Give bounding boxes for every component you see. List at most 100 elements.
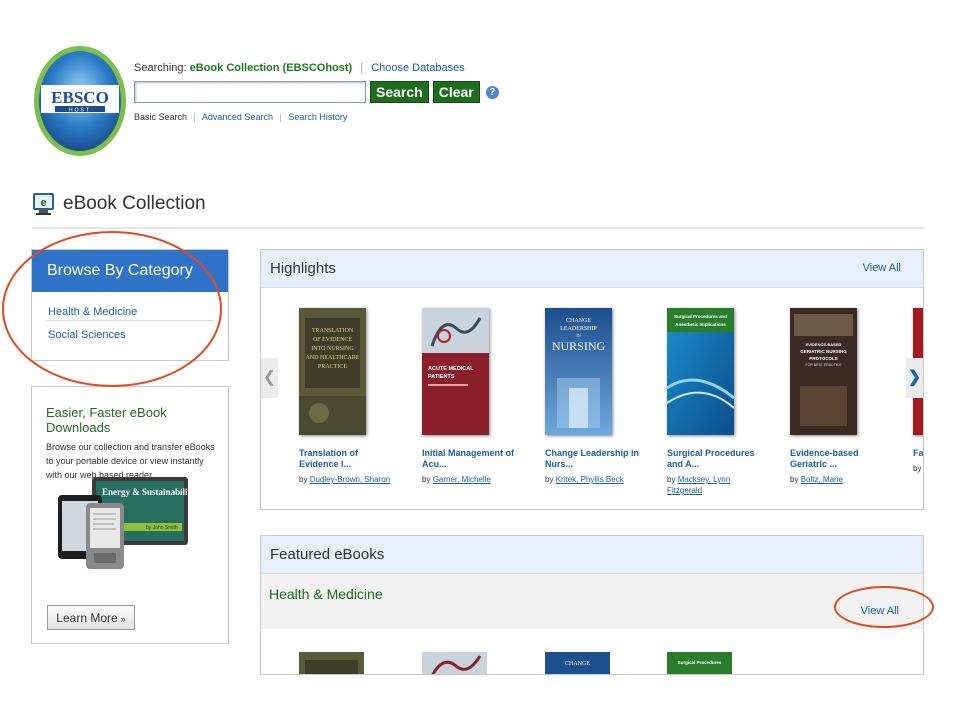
page-title: eBook Collection <box>63 193 206 214</box>
featured-title: Featured eBooks <box>270 546 385 563</box>
featured-book-cover[interactable]: Surgical Procedures <box>667 652 732 675</box>
svg-text:PROTOCOLS: PROTOCOLS <box>809 356 837 361</box>
svg-text:CHANGE: CHANGE <box>566 318 591 324</box>
featured-ebooks-panel: Featured eBooks Health & Medicine View A… <box>260 535 924 675</box>
logo-text: EBSCO <box>51 88 109 107</box>
featured-book-cover[interactable] <box>299 652 364 675</box>
search-block: Searching: eBook Collection (EBSCOhost) … <box>134 62 514 122</box>
by-label: by <box>299 475 308 484</box>
clear-button[interactable]: Clear <box>432 81 480 103</box>
svg-text:PATIENTS: PATIENTS <box>428 374 455 380</box>
search-history-link[interactable]: Search History <box>288 112 347 122</box>
svg-text:AND HEALTHCARE: AND HEALTHCARE <box>306 355 360 361</box>
svg-text:GERIATRIC NURSING: GERIATRIC NURSING <box>800 349 847 354</box>
browse-by-category-panel: Browse By Category Health & Medicine Soc… <box>31 249 229 361</box>
book-author-link[interactable]: Kritek, Phyllis Beck <box>556 475 624 484</box>
divider: | <box>193 112 196 122</box>
highlights-title: Highlights <box>270 260 336 277</box>
book-author-line: by Dudley-Brown, Sharon <box>299 474 399 485</box>
book-cover[interactable]: EVIDENCE-BASED GERIATRIC NURSING PROTOCO… <box>790 308 857 435</box>
book-cover[interactable]: CHANGE LEADERSHIP IN NURSING <box>545 308 612 435</box>
book-card[interactable]: TRANSLATION OF EVIDENCE INTO NURSING AND… <box>299 308 399 485</box>
book-author-link[interactable]: Boltz, Marie <box>801 475 843 484</box>
book-title-link[interactable]: Initial Management of Acu... <box>422 448 522 470</box>
chevron-right-icon: » <box>120 613 126 624</box>
book-title-link[interactable]: Change Leadership in Nurs... <box>545 448 645 470</box>
category-social-sciences[interactable]: Social Sciences <box>46 321 214 344</box>
highlights-view-all-link[interactable]: View All <box>863 262 901 274</box>
svg-text:Surgical Procedures and: Surgical Procedures and <box>674 314 727 319</box>
book-cover[interactable]: ACUTE MEDICAL PATIENTS <box>422 308 489 435</box>
book-card[interactable]: Surgical Procedures and Anesthetic Impli… <box>666 308 767 496</box>
book-author-line: by Garner, Michelle <box>422 474 522 485</box>
svg-text:IN: IN <box>576 333 580 338</box>
search-mode-links: Basic Search | Advanced Search | Search … <box>134 112 514 122</box>
download-promo-panel: Easier, Faster eBook Downloads Browse ou… <box>31 386 229 644</box>
svg-text:LEADERSHIP: LEADERSHIP <box>560 326 597 332</box>
carousel-next-button[interactable]: ❯ <box>906 358 923 398</box>
chevron-right-icon: ❯ <box>907 369 922 386</box>
book-author-line: by Kritek, Phyllis Beck <box>545 474 645 485</box>
advanced-search-link[interactable]: Advanced Search <box>202 112 273 122</box>
book-author-link[interactable]: Garner, Michelle <box>433 475 491 484</box>
book-card[interactable]: CHANGE LEADERSHIP IN NURSING Change Lead… <box>545 308 645 485</box>
svg-text:CHANGE: CHANGE <box>565 661 590 667</box>
book-cover[interactable]: Surgical Procedures and Anesthetic Impli… <box>666 308 735 435</box>
by-label: by <box>545 475 554 484</box>
featured-subcategory-bar: Health & Medicine View All <box>261 574 923 629</box>
device-book-title: Energy & Sustainability for the Future <box>102 487 190 497</box>
featured-subcategory-title: Health & Medicine <box>269 586 383 602</box>
search-input[interactable] <box>134 81 366 103</box>
by-label: by <box>422 475 431 484</box>
featured-book-cover[interactable]: CHANGE <box>545 652 610 675</box>
collection-name: eBook Collection (EBSCOhost) <box>189 62 353 74</box>
searching-label: Searching: <box>134 62 187 74</box>
svg-text:PRACTICE: PRACTICE <box>318 364 347 370</box>
device-book-author: by John Smith <box>146 525 178 531</box>
carousel-prev-button[interactable]: ❮ <box>261 358 278 398</box>
book-title-link[interactable]: Fa <box>913 448 923 459</box>
chevron-left-icon: ❮ <box>262 369 277 386</box>
basic-search-link[interactable]: Basic Search <box>134 112 187 122</box>
book-author-line: by <box>913 463 923 474</box>
svg-text:Anesthetic Implications: Anesthetic Implications <box>675 322 726 327</box>
featured-header: Featured eBooks <box>261 536 923 574</box>
category-health-medicine[interactable]: Health & Medicine <box>46 298 214 321</box>
learn-more-label: Learn More <box>56 610 118 625</box>
ebook-monitor-icon: e <box>33 193 54 215</box>
page-title-row: e eBook Collection <box>32 192 206 215</box>
book-author-line: by Macksey, Lynn Fitzgerald <box>667 474 767 496</box>
searching-line: Searching: eBook Collection (EBSCOhost) … <box>134 62 514 76</box>
featured-view-all-link[interactable]: View All <box>861 605 899 617</box>
search-row: Search Clear ? <box>134 80 514 104</box>
by-label: by <box>790 475 799 484</box>
book-author-line: by Boltz, Marie <box>790 474 890 485</box>
help-icon[interactable]: ? <box>485 85 499 99</box>
book-title-link[interactable]: Evidence-based Geriatric ... <box>790 448 890 470</box>
svg-text:Surgical Procedures: Surgical Procedures <box>678 660 722 665</box>
svg-text:EVIDENCE-BASED: EVIDENCE-BASED <box>806 342 842 347</box>
choose-databases-link[interactable]: Choose Databases <box>371 62 465 74</box>
by-label: by <box>667 475 676 484</box>
divider: | <box>279 112 282 122</box>
promo-title: Easier, Faster eBook Downloads <box>46 405 167 435</box>
book-title-link[interactable]: Translation of Evidence I... <box>299 448 399 470</box>
svg-text:TRANSLATION: TRANSLATION <box>312 328 354 334</box>
book-cover[interactable]: TRANSLATION OF EVIDENCE INTO NURSING AND… <box>299 308 366 435</box>
highlights-panel: Highlights View All ❮ TRANSLATION OF EVI… <box>260 249 924 510</box>
book-card[interactable]: ACUTE MEDICAL PATIENTS Initial Managemen… <box>422 308 522 485</box>
book-author-link[interactable]: Dudley-Brown, Sharon <box>310 475 390 484</box>
search-button[interactable]: Search <box>370 81 429 103</box>
learn-more-button[interactable]: Learn More» <box>47 605 135 630</box>
svg-text:INTO NURSING: INTO NURSING <box>311 346 354 352</box>
highlights-header: Highlights View All <box>261 250 923 288</box>
book-card[interactable]: EVIDENCE-BASED GERIATRIC NURSING PROTOCO… <box>790 308 890 485</box>
svg-text:NURSING: NURSING <box>552 339 606 353</box>
svg-text:FOR BEST PRACTICE: FOR BEST PRACTICE <box>805 363 842 367</box>
featured-book-cover[interactable] <box>422 652 487 675</box>
logo-subtext: HOST <box>69 108 91 114</box>
book-title-link[interactable]: Surgical Procedures and A... <box>667 448 767 470</box>
title-divider <box>32 227 924 229</box>
ebsco-logo[interactable]: EBSCO HOST <box>33 45 127 157</box>
book-author-link[interactable]: Macksey, Lynn Fitzgerald <box>667 475 730 495</box>
